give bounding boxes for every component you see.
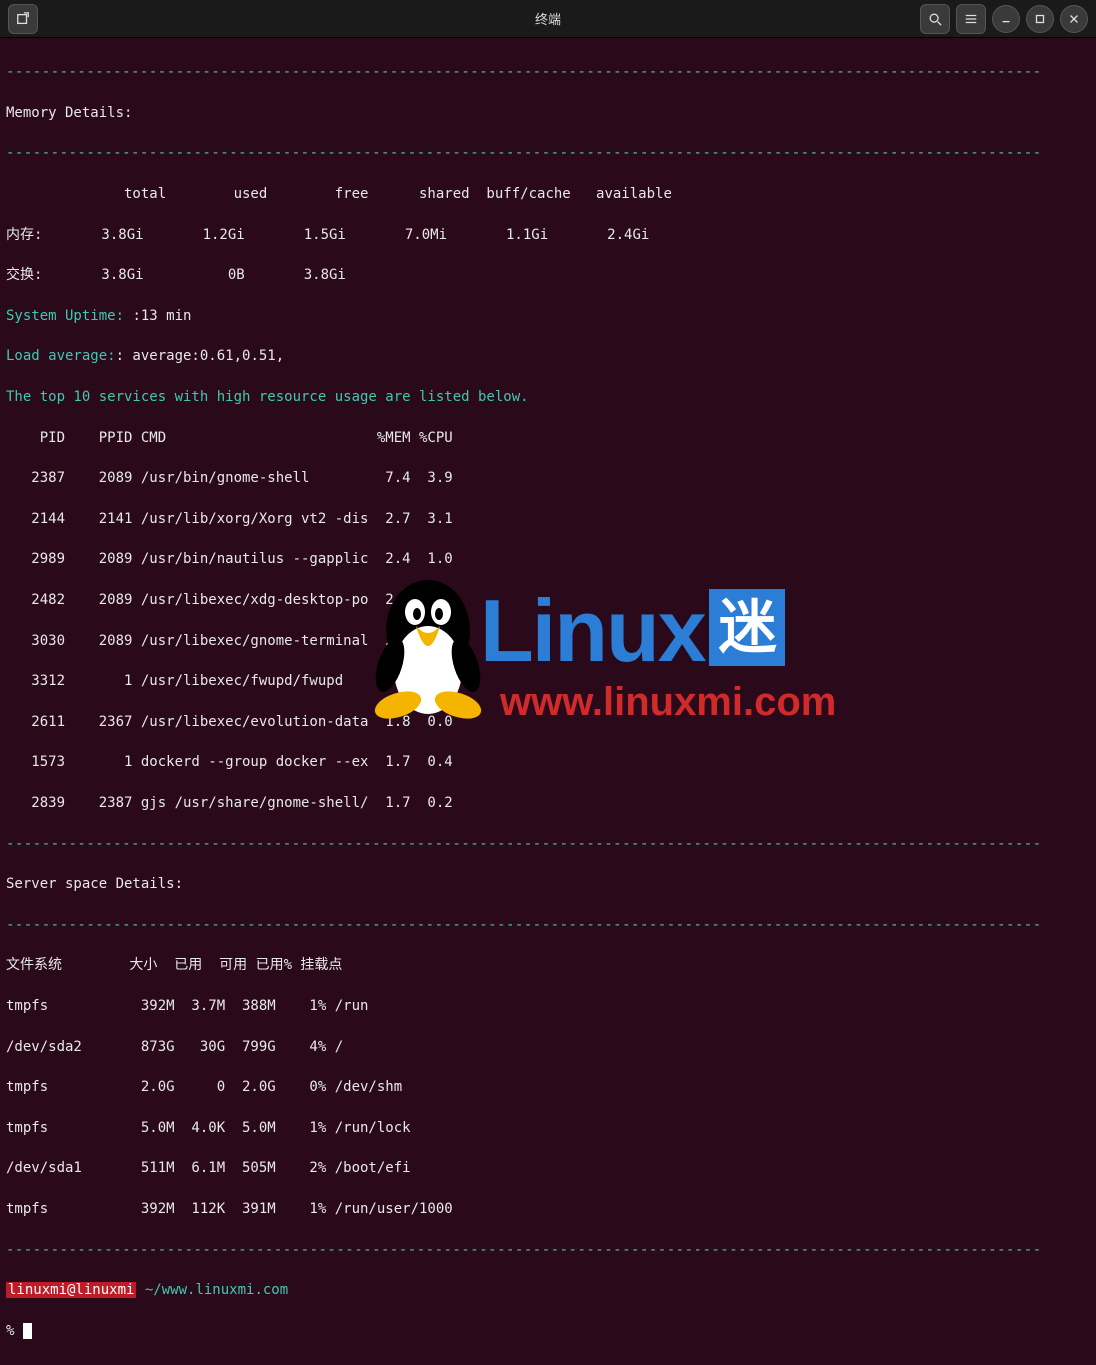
prompt-line: linuxmi@linuxmi ~/www.linuxmi.com [6,1280,1090,1300]
fs-row: tmpfs 392M 112K 391M 1% /run/user/1000 [6,1199,1090,1219]
prompt-path: ~/www.linuxmi.com [136,1282,288,1298]
process-row: 2387 2089 /usr/bin/gnome-shell 7.4 3.9 [6,468,1090,488]
swap-row: 交换: 3.8Gi 0B 3.8Gi [6,265,1090,285]
new-tab-button[interactable] [8,4,38,34]
section-header-memory: Memory Details: [6,103,1090,123]
divider: ----------------------------------------… [6,143,1090,163]
process-row: 3030 2089 /usr/libexec/gnome-terminal 2.… [6,631,1090,651]
prompt-input-line[interactable]: % [6,1321,1090,1341]
uptime-line: System Uptime: :13 min [6,306,1090,326]
window-titlebar: 终端 [0,0,1096,38]
divider: ----------------------------------------… [6,915,1090,935]
divider: ----------------------------------------… [6,1240,1090,1260]
fs-row: tmpfs 392M 3.7M 388M 1% /run [6,996,1090,1016]
minimize-button[interactable] [992,5,1020,33]
fs-row: tmpfs 5.0M 4.0K 5.0M 1% /run/lock [6,1118,1090,1138]
memory-row: 内存: 3.8Gi 1.2Gi 1.5Gi 7.0Mi 1.1Gi 2.4Gi [6,225,1090,245]
top10-header: The top 10 services with high resource u… [6,387,1090,407]
process-row: 3312 1 /usr/libexec/fwupd/fwupd 1.8 1.4 [6,671,1090,691]
loadavg-line: Load average:: average:0.61,0.51, [6,346,1090,366]
fs-row: /dev/sda1 511M 6.1M 505M 2% /boot/efi [6,1158,1090,1178]
section-header-space: Server space Details: [6,874,1090,894]
process-row: 2144 2141 /usr/lib/xorg/Xorg vt2 -dis 2.… [6,509,1090,529]
uptime-value: :13 min [132,308,191,324]
process-row: 1573 1 dockerd --group docker --ex 1.7 0… [6,752,1090,772]
cursor [23,1323,32,1339]
loadavg-label: Load average: [6,348,116,364]
process-row: 2839 2387 gjs /usr/share/gnome-shell/ 1.… [6,793,1090,813]
window-title: 终端 [535,9,561,28]
close-button[interactable] [1060,5,1088,33]
menu-button[interactable] [956,4,986,34]
uptime-label: System Uptime: [6,308,132,324]
process-header: PID PPID CMD %MEM %CPU [6,428,1090,448]
process-row: 2989 2089 /usr/bin/nautilus --gapplic 2.… [6,549,1090,569]
divider: ----------------------------------------… [6,834,1090,854]
fs-header: 文件系统 大小 已用 可用 已用% 挂载点 [6,955,1090,975]
process-row: 2482 2089 /usr/libexec/xdg-desktop-po 2.… [6,590,1090,610]
prompt-symbol: % [6,1323,23,1339]
fs-row: tmpfs 2.0G 0 2.0G 0% /dev/shm [6,1077,1090,1097]
search-button[interactable] [920,4,950,34]
terminal-output[interactable]: ----------------------------------------… [0,38,1096,1365]
prompt-user: linuxmi@linuxmi [6,1282,136,1298]
process-row: 2611 2367 /usr/libexec/evolution-data 1.… [6,712,1090,732]
memory-header: total used free shared buff/cache availa… [6,184,1090,204]
loadavg-value: : average:0.61,0.51, [116,348,285,364]
divider: ----------------------------------------… [6,62,1090,82]
fs-row: /dev/sda2 873G 30G 799G 4% / [6,1037,1090,1057]
maximize-button[interactable] [1026,5,1054,33]
